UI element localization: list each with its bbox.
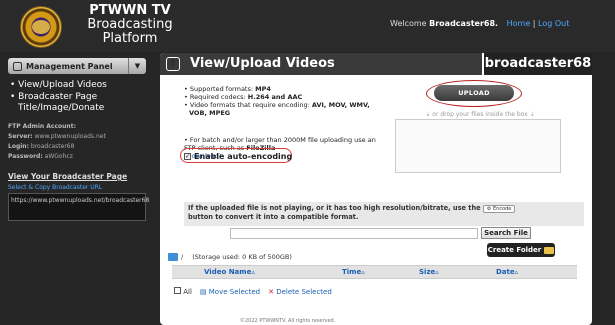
panel-icon: [13, 61, 22, 71]
welcome-username: Broadcaster68.: [429, 19, 499, 28]
management-panel-label: Management Panel: [26, 61, 113, 71]
upload-arrow-icon: ⇧: [166, 57, 180, 71]
copy-url-label: Select & Copy Broadcaster URL: [8, 184, 103, 191]
chevron-down-icon[interactable]: ▼: [128, 58, 146, 74]
main-header: ⇧ View/Upload Videos broadcaster68: [160, 53, 592, 75]
upload-button[interactable]: UPLOAD: [434, 85, 514, 101]
col-date[interactable]: Date▵: [496, 268, 518, 276]
auto-encoding-checkbox[interactable]: ✓ Enable auto-encoding: [184, 152, 292, 161]
encode-button[interactable]: ⚙ Encode: [482, 205, 516, 213]
bulk-actions: All ▤ Move Selected ✕ Delete Selected: [174, 287, 332, 296]
ftp-server: www.ptwwnuploads.net: [34, 133, 106, 140]
current-path: /: [181, 253, 184, 261]
encode-notice: If the uploaded file is not playing, or …: [184, 202, 584, 226]
view-broadcaster-page-link[interactable]: View Your Broadcaster Page: [8, 172, 150, 181]
welcome-prefix: Welcome: [390, 19, 427, 28]
brand-line-2: Broadcasting: [87, 17, 173, 32]
sidebar-menu: • View/Upload Videos • Broadcaster Page …: [8, 80, 150, 114]
col-time[interactable]: Time▵: [342, 268, 365, 276]
brand-line-1: PTWWN TV: [89, 3, 171, 18]
col-size[interactable]: Size▵: [419, 268, 439, 276]
ptwwn-logo[interactable]: [20, 6, 62, 48]
delete-selected-button[interactable]: ✕ Delete Selected: [268, 288, 332, 296]
main-panel: ⇧ View/Upload Videos broadcaster68 • Sup…: [160, 53, 592, 325]
checkbox-checked[interactable]: ✓: [184, 153, 191, 160]
format-line: • Required codecs: H.264 and AAC: [184, 93, 303, 101]
sidebar-item-broadcaster-page[interactable]: • Broadcaster Page Title/Image/Donate: [8, 92, 150, 114]
header: PTWWN TV Broadcasting Platform Welcome B…: [0, 0, 615, 52]
format-requirements: • Supported formats: MP4 • Required code…: [184, 85, 384, 117]
create-folder-button[interactable]: Create Folder: [487, 243, 555, 257]
page-title: View/Upload Videos: [190, 56, 335, 71]
account-name: broadcaster68: [482, 53, 592, 75]
format-line: • Supported formats: MP4: [184, 85, 271, 93]
sidebar: Management Panel ▼ • View/Upload Videos …: [8, 58, 150, 221]
management-panel-button[interactable]: Management Panel ▼: [8, 58, 146, 74]
ftp-password: aWGohcz: [44, 153, 73, 160]
footer: ©2022 PTWWNTV. All rights reserved.: [240, 318, 336, 324]
drop-hint: ⇣ or drop your files inside the box ⇣: [425, 111, 535, 118]
file-table-header: Video Name▵ Time▵ Size▵ Date▵: [172, 265, 577, 279]
search-file-input[interactable]: [230, 228, 478, 239]
storage-info: / (Storage used: 0 KB of 500GB): [168, 253, 292, 261]
drop-zone[interactable]: [395, 119, 561, 173]
home-link[interactable]: Home: [507, 19, 531, 28]
link-separator: |: [532, 19, 536, 28]
folder-icon[interactable]: [168, 253, 178, 261]
ftp-login: broadcaster68: [30, 143, 75, 150]
folder-icon: [544, 246, 555, 254]
storage-used: (Storage used: 0 KB of 500GB): [192, 253, 292, 261]
sidebar-item-view-upload[interactable]: • View/Upload Videos: [8, 80, 150, 91]
brand-title: PTWWN TV Broadcasting Platform: [70, 4, 190, 46]
broadcaster-url-field[interactable]: https://www.ptwwnuploads.net/broadcaster…: [8, 193, 149, 221]
ftp-title: FTP Admin Account:: [8, 123, 76, 130]
ftp-account-info: FTP Admin Account: Server: www.ptwwnuplo…: [8, 123, 106, 160]
select-all-checkbox[interactable]: All: [174, 287, 192, 296]
col-video-name[interactable]: Video Name▵: [204, 268, 255, 276]
move-selected-button[interactable]: ▤ Move Selected: [200, 288, 260, 296]
logout-link[interactable]: Log Out: [538, 19, 569, 28]
format-line: • Video formats that require encoding: A…: [184, 101, 370, 117]
brand-line-3: Platform: [102, 31, 158, 46]
welcome-bar: Welcome Broadcaster68. Home | Log Out: [390, 19, 569, 28]
search-file-button[interactable]: Search File: [481, 227, 531, 239]
